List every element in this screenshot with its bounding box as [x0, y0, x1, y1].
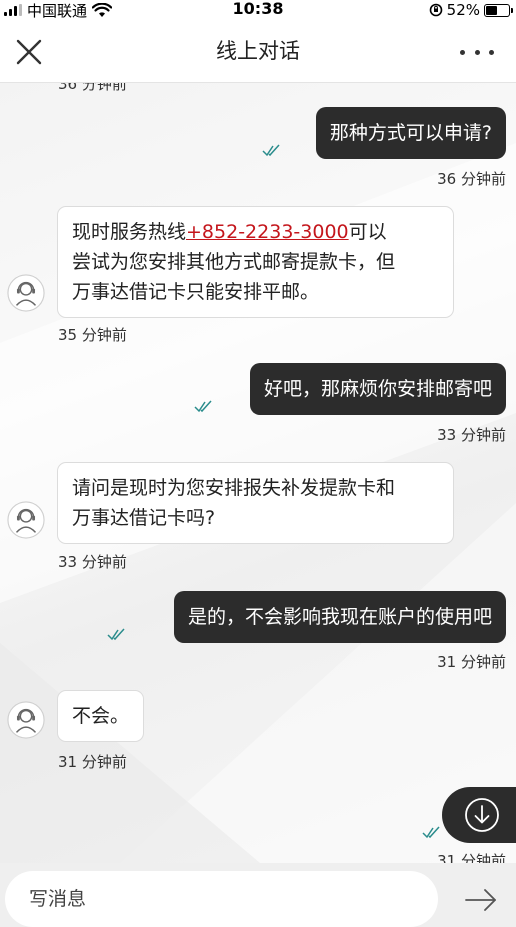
message-composer	[0, 863, 516, 927]
message-timestamp: 36 分钟前	[437, 170, 506, 188]
message-input[interactable]	[5, 871, 438, 927]
message-timestamp: 31 分钟前	[437, 653, 506, 671]
message-text: 请问是现时为您安排报失补发提款卡和	[72, 477, 396, 499]
chat-header: 线上对话	[0, 20, 516, 83]
battery-percentage: 52%	[446, 1, 480, 19]
message-text: 可以	[348, 221, 387, 243]
battery-icon	[484, 3, 513, 17]
message-text: 万事达借记卡只能安排平邮。	[72, 281, 320, 303]
incoming-message[interactable]: 现时服务热线+852-2233-3000可以 尝试为您安排其他方式邮寄提款卡，但…	[57, 206, 454, 318]
page-title: 线上对话	[216, 39, 300, 63]
incoming-message[interactable]: 请问是现时为您安排报失补发提款卡和 万事达借记卡吗?	[57, 462, 454, 544]
scroll-to-bottom-button[interactable]	[442, 787, 516, 843]
arrow-down-circle-icon	[465, 798, 499, 832]
message-text: 万事达借记卡吗?	[72, 507, 216, 529]
rotation-lock-icon	[429, 3, 442, 17]
read-check-icon	[422, 826, 440, 839]
read-check-icon	[262, 144, 280, 157]
chat-history[interactable]: 36 分钟前 那种方式可以申请? 36 分钟前 现时服务热线+852-2233-…	[0, 83, 516, 863]
message-timestamp: 31 分钟前	[58, 753, 127, 771]
agent-avatar-icon	[7, 501, 45, 539]
read-check-icon	[107, 628, 125, 641]
read-check-icon	[194, 400, 212, 413]
message-timestamp: 31 分钟前	[437, 852, 506, 863]
agent-avatar-icon	[7, 701, 45, 739]
outgoing-message[interactable]: 是的，不会影响我现在账户的使用吧	[173, 591, 506, 643]
arrow-right-icon[interactable]	[464, 885, 498, 915]
message-timestamp: 33 分钟前	[58, 553, 127, 571]
battery-fill	[486, 5, 498, 15]
agent-avatar-icon	[7, 274, 45, 312]
status-bar: 中国联通 10:38 52%	[0, 0, 516, 20]
message-text: 现时服务热线	[72, 221, 187, 243]
message-timestamp: 33 分钟前	[437, 426, 506, 444]
more-dots-icon[interactable]	[460, 40, 494, 64]
outgoing-message[interactable]: 那种方式可以申请?	[315, 107, 506, 159]
incoming-message[interactable]: 不会。	[57, 690, 145, 742]
message-text: 不会。	[72, 705, 130, 727]
outgoing-message[interactable]: 好吧，那麻烦你安排邮寄吧	[249, 363, 506, 415]
hotline-phone-link[interactable]: +852-2233-3000	[186, 221, 349, 243]
message-timestamp: 35 分钟前	[58, 326, 127, 344]
status-right: 52%	[429, 0, 513, 20]
message-text: 尝试为您安排其他方式邮寄提款卡，但	[72, 251, 396, 273]
message-timestamp: 36 分钟前	[58, 83, 127, 93]
